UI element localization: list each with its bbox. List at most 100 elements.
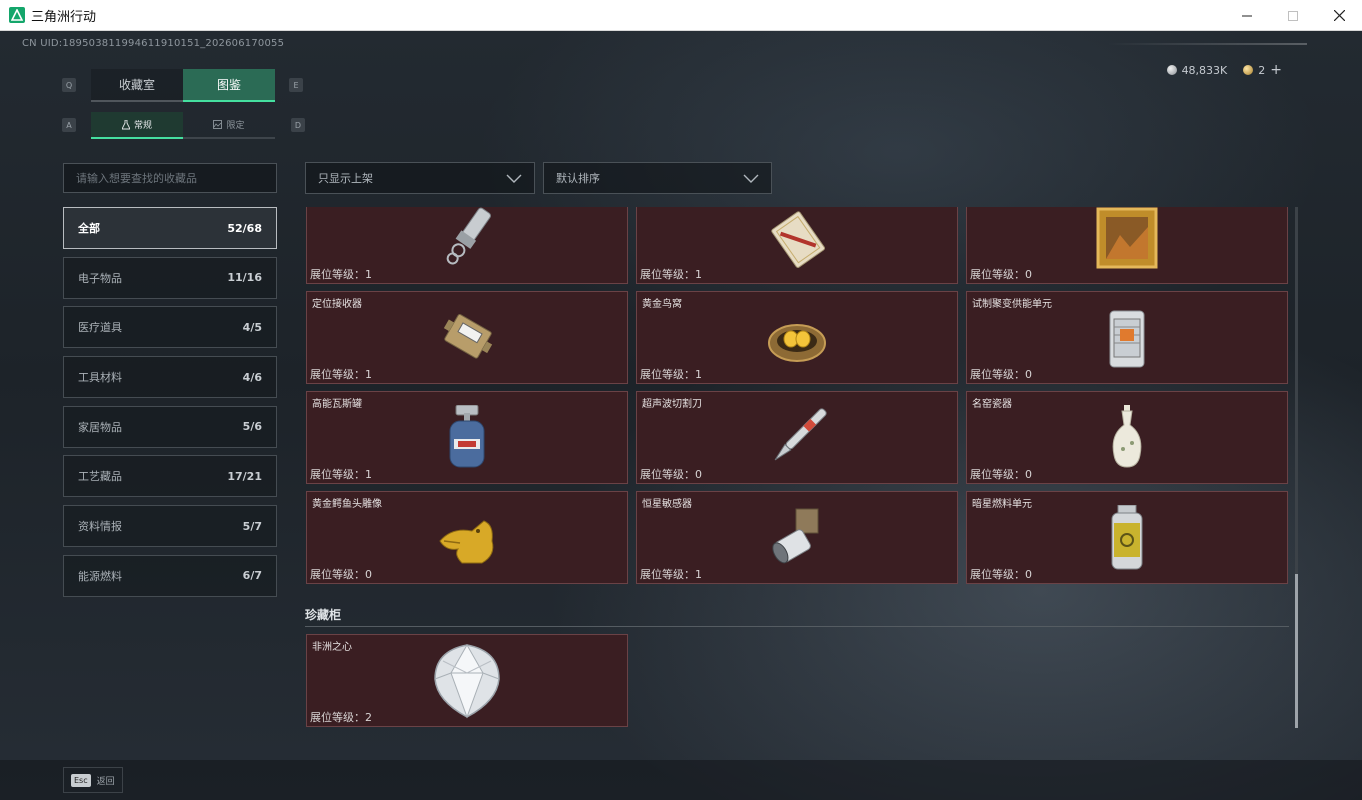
- item-name: 高能瓦斯罐: [312, 399, 362, 410]
- key-hint-d: D: [291, 118, 305, 132]
- category-count: 17/21: [227, 469, 262, 483]
- sort-value: 默认排序: [556, 172, 600, 185]
- category-crafts[interactable]: 工艺藏品 17/21: [63, 455, 277, 498]
- cutter-icon: [757, 403, 837, 473]
- grid-scrollbar[interactable]: [1295, 207, 1298, 728]
- category-count: 5/7: [242, 519, 262, 533]
- subtab-regular[interactable]: 常规: [91, 112, 183, 139]
- category-label: 医疗道具: [78, 321, 122, 335]
- item-card[interactable]: 定位接收器 展位等级：1: [306, 291, 628, 384]
- category-count: 6/7: [242, 569, 262, 583]
- back-label: 返回: [96, 776, 115, 787]
- subtab-regular-label: 常规: [133, 121, 152, 131]
- flask-icon: [121, 119, 130, 129]
- category-household[interactable]: 家居物品 5/6: [63, 405, 277, 448]
- category-count: 52/68: [227, 221, 262, 235]
- game-area: CN UID:189503811994611910151_20260617005…: [0, 31, 1362, 800]
- diamond-icon: [427, 643, 507, 718]
- item-card[interactable]: 试制聚变供能单元 展位等级：0: [966, 291, 1288, 384]
- esc-key-hint: Esc: [71, 773, 91, 787]
- picture-icon: [213, 120, 223, 129]
- category-count: 4/6: [242, 370, 262, 384]
- tab-collection-room[interactable]: 收藏室: [91, 69, 183, 102]
- silver-currency: 48,833K: [1166, 63, 1228, 77]
- minimize-button[interactable]: [1224, 0, 1270, 31]
- scrollbar-thumb[interactable]: [1295, 574, 1298, 728]
- silver-amount: 48,833K: [1181, 63, 1228, 77]
- item-card[interactable]: 黄金鳄鱼头雕像 展位等级：0: [306, 491, 628, 584]
- item-card[interactable]: 展位等级：1: [636, 207, 958, 284]
- maximize-button[interactable]: [1270, 0, 1316, 31]
- item-card[interactable]: 展位等级：1: [306, 207, 628, 284]
- close-button[interactable]: [1316, 0, 1362, 31]
- golden-nest-icon: [757, 303, 837, 373]
- receiver-icon: [427, 303, 507, 373]
- item-name: 定位接收器: [312, 299, 362, 310]
- card-icon: [757, 207, 837, 273]
- cabinet-section-title: 珍藏柜: [305, 608, 342, 622]
- sub-tabs: 常规 限定: [91, 112, 275, 139]
- window-title: 三角洲行动: [31, 9, 97, 25]
- category-count: 4/5: [242, 320, 262, 334]
- category-label: 电子物品: [78, 271, 122, 285]
- display-level: 展位等级：0: [310, 568, 372, 581]
- show-filter-value: 只显示上架: [318, 172, 373, 185]
- category-count: 5/6: [242, 420, 262, 434]
- category-label: 工艺藏品: [78, 470, 122, 484]
- chevron-down-icon: [743, 174, 759, 183]
- uid-label: CN UID:189503811994611910151_20260617005…: [22, 38, 285, 49]
- display-level: 展位等级：2: [310, 711, 372, 724]
- display-level: 展位等级：1: [310, 268, 372, 281]
- display-level: 展位等级：0: [970, 368, 1032, 381]
- category-intel[interactable]: 资料情报 5/7: [63, 505, 277, 548]
- search-input[interactable]: 请输入想要查找的收藏品: [63, 163, 277, 193]
- item-name: 试制聚变供能单元: [972, 299, 1052, 310]
- bottom-bar: [0, 760, 1362, 800]
- fuel-cell-icon: [1087, 503, 1167, 573]
- category-label: 资料情报: [78, 520, 122, 534]
- item-card[interactable]: 非洲之心 展位等级：2: [306, 634, 628, 727]
- show-filter-dropdown[interactable]: 只显示上架: [305, 162, 535, 194]
- item-card[interactable]: 超声波切割刀 展位等级：0: [636, 391, 958, 484]
- tab-codex[interactable]: 图鉴: [183, 69, 275, 102]
- item-card[interactable]: 高能瓦斯罐 展位等级：1: [306, 391, 628, 484]
- item-card[interactable]: 名窑瓷器 展位等级：0: [966, 391, 1288, 484]
- category-electronics[interactable]: 电子物品 11/16: [63, 256, 277, 299]
- item-name: 恒星敏感器: [642, 499, 692, 510]
- fusion-unit-icon: [1087, 303, 1167, 373]
- sort-dropdown[interactable]: 默认排序: [543, 162, 772, 194]
- key-hint-e: E: [289, 78, 303, 92]
- display-level: 展位等级：1: [310, 468, 372, 481]
- top-divider: [1107, 43, 1307, 45]
- category-energy[interactable]: 能源燃料 6/7: [63, 554, 277, 597]
- display-level: 展位等级：0: [640, 468, 702, 481]
- display-level: 展位等级：1: [640, 268, 702, 281]
- gold-currency: 2 +: [1243, 62, 1282, 78]
- item-card[interactable]: 黄金鸟窝 展位等级：1: [636, 291, 958, 384]
- gold-amount: 2: [1258, 63, 1266, 77]
- item-card[interactable]: 恒星敏感器 展位等级：1: [636, 491, 958, 584]
- main-tabs: 收藏室 图鉴: [91, 69, 275, 102]
- item-name: 名窑瓷器: [972, 399, 1012, 410]
- category-tools[interactable]: 工具材料 4/6: [63, 356, 277, 399]
- subtab-limited[interactable]: 限定: [183, 112, 275, 139]
- category-medical[interactable]: 医疗道具 4/5: [63, 306, 277, 349]
- flashlight-icon: [427, 207, 507, 273]
- porcelain-vase-icon: [1087, 403, 1167, 473]
- item-name: 暗星燃料单元: [972, 499, 1032, 510]
- display-level: 展位等级：1: [640, 568, 702, 581]
- display-level: 展位等级：0: [970, 468, 1032, 481]
- back-button[interactable]: Esc 返回: [63, 767, 123, 793]
- item-card[interactable]: 展位等级：0: [966, 207, 1288, 284]
- gold-coin-icon: [1243, 65, 1254, 75]
- add-currency-button[interactable]: +: [1270, 62, 1282, 78]
- category-all[interactable]: 全部 52/68: [63, 207, 277, 249]
- item-card[interactable]: 暗星燃料单元 展位等级：0: [966, 491, 1288, 584]
- item-name: 非洲之心: [312, 642, 352, 653]
- section-divider: [305, 626, 1289, 627]
- item-name: 超声波切割刀: [642, 399, 702, 410]
- window-titlebar: 三角洲行动: [0, 0, 1362, 31]
- gold-croc-statue-icon: [427, 503, 507, 573]
- app-logo-icon: [9, 7, 25, 23]
- subtab-limited-label: 限定: [226, 121, 245, 131]
